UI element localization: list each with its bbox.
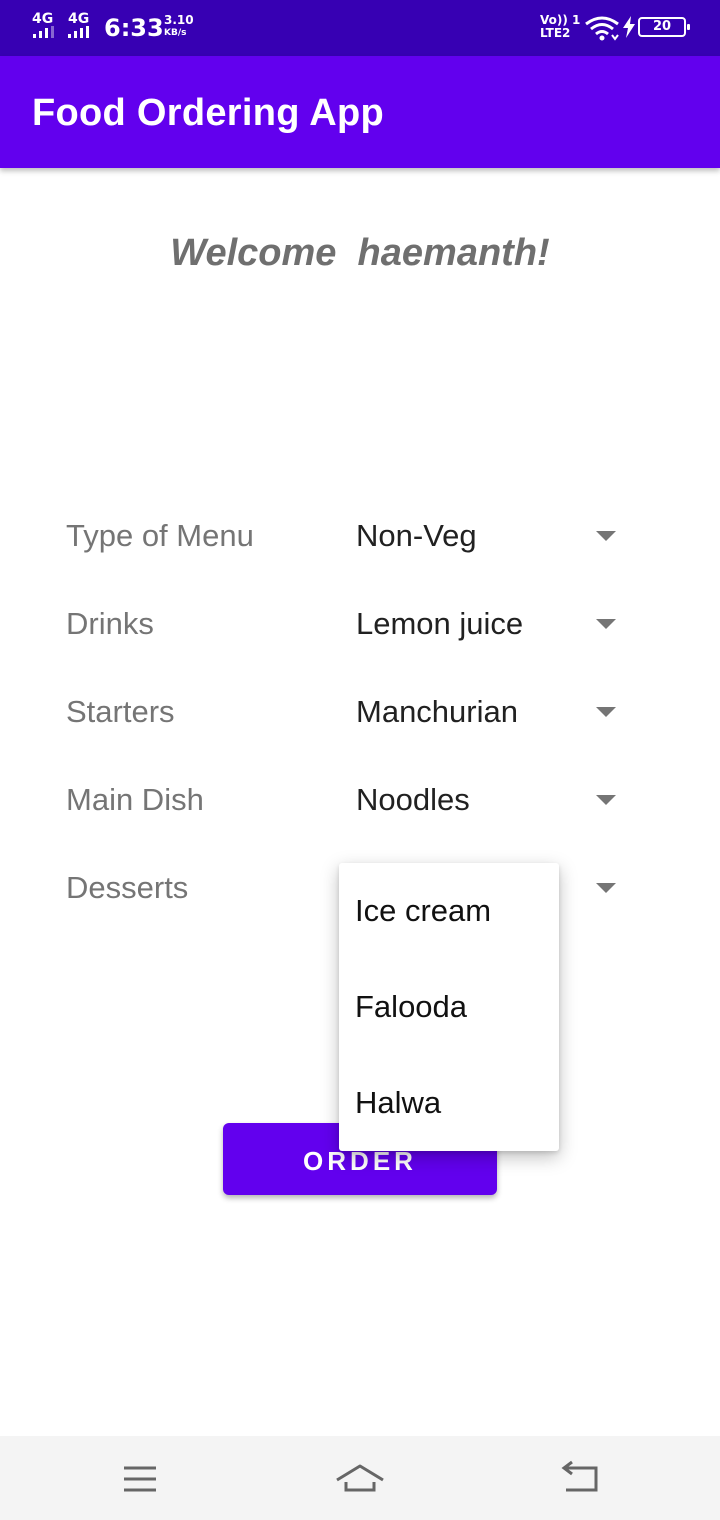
dropdown-arrow-icon bbox=[596, 883, 616, 893]
desserts-dropdown-menu: Ice cream Falooda Halwa bbox=[339, 863, 559, 1151]
starters-label: Starters bbox=[66, 694, 175, 729]
clock: 6:33 bbox=[104, 14, 164, 42]
welcome-text: Welcome haemanth! bbox=[170, 232, 550, 274]
starters-spinner[interactable]: Manchurian bbox=[340, 682, 640, 742]
menu-type-row: Type of Menu Non-Veg bbox=[0, 506, 720, 566]
menu-type-value: Non-Veg bbox=[356, 518, 477, 553]
drinks-value: Lemon juice bbox=[356, 606, 524, 641]
drinks-label: Drinks bbox=[66, 606, 154, 641]
wifi-icon bbox=[585, 16, 619, 41]
dropdown-arrow-icon bbox=[596, 531, 616, 541]
home-icon[interactable] bbox=[330, 1450, 390, 1506]
volte-bottom: LTE2 bbox=[540, 26, 571, 40]
battery-icon: 20 bbox=[638, 17, 690, 37]
dropdown-arrow-icon bbox=[596, 619, 616, 629]
main-dish-spinner[interactable]: Noodles bbox=[340, 770, 640, 830]
back-icon[interactable] bbox=[550, 1450, 610, 1506]
dropdown-arrow-icon bbox=[596, 707, 616, 717]
menu-type-spinner[interactable]: Non-Veg bbox=[340, 506, 640, 566]
drinks-spinner[interactable]: Lemon juice bbox=[340, 594, 640, 654]
network-speed-unit: KB/s bbox=[164, 28, 187, 38]
signal-1-icon bbox=[33, 26, 54, 38]
menu-type-label: Type of Menu bbox=[66, 518, 254, 553]
signal-2-icon bbox=[68, 26, 89, 38]
dropdown-arrow-icon bbox=[596, 795, 616, 805]
status-bar: 4G 4G 6:33 3.10 KB/s Vo)) 1 LTE2 20 bbox=[0, 0, 720, 56]
starters-value: Manchurian bbox=[356, 694, 518, 729]
network-type-1: 4G bbox=[32, 11, 54, 27]
starters-row: Starters Manchurian bbox=[0, 682, 720, 742]
dropdown-option-falooda[interactable]: Falooda bbox=[339, 959, 559, 1055]
main-dish-row: Main Dish Noodles bbox=[0, 770, 720, 830]
app-title: Food Ordering App bbox=[32, 92, 384, 134]
main-dish-value: Noodles bbox=[356, 782, 470, 817]
desserts-label: Desserts bbox=[66, 870, 189, 905]
menu-icon[interactable] bbox=[110, 1450, 170, 1506]
network-speed-value: 3.10 bbox=[164, 13, 194, 27]
network-speed: 3.10 KB/s bbox=[164, 14, 194, 40]
app-bar: Food Ordering App bbox=[0, 56, 720, 168]
dropdown-option-halwa[interactable]: Halwa bbox=[339, 1055, 559, 1151]
network-type-2: 4G bbox=[68, 11, 90, 27]
drinks-row: Drinks Lemon juice bbox=[0, 594, 720, 654]
volte-indicator: Vo)) 1 LTE2 bbox=[540, 14, 580, 40]
dropdown-option-ice-cream[interactable]: Ice cream bbox=[339, 863, 559, 959]
charging-icon bbox=[623, 16, 635, 38]
navigation-bar bbox=[0, 1436, 720, 1520]
main-dish-label: Main Dish bbox=[66, 782, 204, 817]
